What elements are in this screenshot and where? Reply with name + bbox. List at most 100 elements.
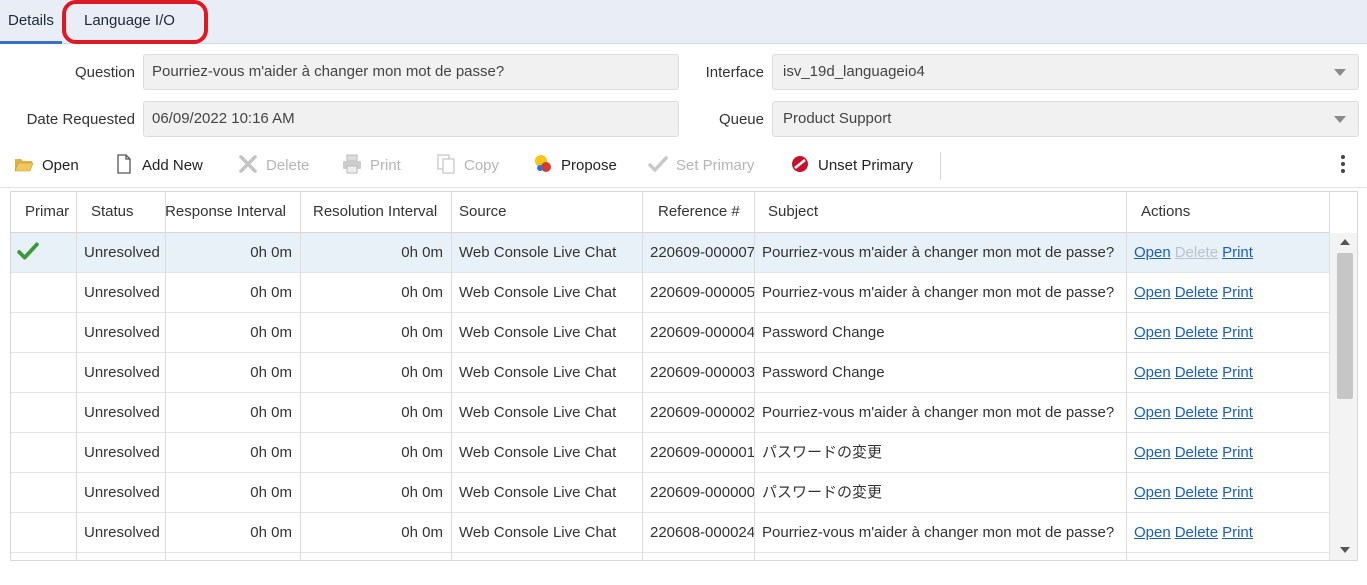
- queue-label: Queue: [718, 111, 764, 128]
- column-divider: [165, 192, 166, 560]
- printer-icon: [343, 154, 361, 174]
- status-cell: Unresolved: [84, 524, 160, 541]
- row-print-link[interactable]: Print: [1222, 324, 1253, 341]
- row-delete-link[interactable]: Delete: [1175, 404, 1218, 421]
- status-cell: Unresolved: [84, 404, 160, 421]
- column-header-status[interactable]: Status: [76, 192, 165, 233]
- status-cell: Unresolved: [84, 364, 160, 381]
- row-open-link[interactable]: Open: [1134, 364, 1171, 381]
- source-cell: Web Console Live Chat: [459, 404, 617, 421]
- copy-icon: [437, 154, 455, 174]
- question-field[interactable]: Pourriez-vous m'aider à changer mon mot …: [143, 54, 679, 90]
- column-header-actions[interactable]: Actions: [1126, 192, 1329, 233]
- actions-cell: Open Delete Print: [1126, 273, 1329, 313]
- date-requested-field[interactable]: 06/09/2022 10:16 AM: [143, 101, 679, 137]
- row-delete-link[interactable]: Delete: [1175, 244, 1218, 261]
- copy-button[interactable]: Copy: [436, 152, 499, 180]
- subject-cell: Pourriez-vous m'aider à changer mon mot …: [762, 284, 1115, 301]
- column-header-resolution-interval[interactable]: Resolution Interval: [300, 192, 451, 233]
- column-header-primary[interactable]: Primar: [11, 192, 76, 233]
- table-row[interactable]: Unresolved 0h 0m 0h 0m Web Console Live Cha…: [11, 513, 1329, 553]
- row-delete-link[interactable]: Delete: [1175, 324, 1218, 341]
- set-primary-button[interactable]: Set Primary: [648, 152, 754, 180]
- response-interval-cell: 0h 0m: [250, 444, 292, 461]
- row-print-link[interactable]: Print: [1222, 404, 1253, 421]
- status-cell: Unresolved: [84, 284, 160, 301]
- row-open-link[interactable]: Open: [1134, 284, 1171, 301]
- toolbar-separator: [940, 152, 941, 180]
- unset-primary-button[interactable]: Unset Primary: [790, 152, 913, 180]
- table-row[interactable]: Unresolved 0h 0m 0h 0m Web Console Live Cha…: [11, 473, 1329, 513]
- status-cell: Unresolved: [84, 244, 160, 261]
- checkmark-icon: [648, 156, 668, 172]
- results-table: Primar Status Response Interval Resoluti…: [10, 191, 1358, 561]
- source-cell: Web Console Live Chat: [459, 284, 617, 301]
- table-row[interactable]: Unresolved 0h 0m 0h 0m Web Console Live Cha…: [11, 433, 1329, 473]
- actions-cell: Open Delete Print: [1126, 393, 1329, 433]
- interface-select[interactable]: isv_19d_languageio4: [772, 54, 1359, 90]
- response-interval-cell: 0h 0m: [250, 244, 292, 261]
- row-open-link[interactable]: Open: [1134, 244, 1171, 261]
- reference-cell: 220609-000005: [650, 284, 754, 301]
- table-row[interactable]: Unresolved 0h 0m 0h 0m Web Console Live Cha…: [11, 273, 1329, 313]
- subject-cell: パスワードの変更: [762, 484, 883, 501]
- source-cell: Web Console Live Chat: [459, 444, 617, 461]
- row-print-link[interactable]: Print: [1222, 444, 1253, 461]
- column-header-subject[interactable]: Subject: [754, 192, 1126, 233]
- source-cell: Web Console Live Chat: [459, 484, 617, 501]
- open-button[interactable]: Open: [14, 152, 79, 180]
- status-cell: Unresolved: [84, 444, 160, 461]
- row-print-link[interactable]: Print: [1222, 484, 1253, 501]
- queue-select[interactable]: Product Support: [772, 101, 1359, 137]
- tab-language-io[interactable]: Language I/O: [76, 0, 183, 44]
- row-delete-link[interactable]: Delete: [1175, 364, 1218, 381]
- table-row[interactable]: Unresolved 0h 0m 0h 0m Web Console Live Cha…: [11, 353, 1329, 393]
- row-delete-link[interactable]: Delete: [1175, 444, 1218, 461]
- delete-x-icon: [239, 155, 257, 173]
- column-divider: [642, 192, 643, 560]
- row-print-link[interactable]: Print: [1222, 524, 1253, 541]
- column-header-response-interval[interactable]: Response Interval: [165, 192, 300, 233]
- delete-button[interactable]: Delete: [238, 152, 309, 180]
- row-open-link[interactable]: Open: [1134, 484, 1171, 501]
- row-print-link[interactable]: Print: [1222, 364, 1253, 381]
- table-row[interactable]: Unresolved 0h 0m 0h 0m Web Console Live Cha…: [11, 393, 1329, 433]
- source-cell: Web Console Live Chat: [459, 524, 617, 541]
- scroll-up-icon[interactable]: [1340, 239, 1350, 245]
- response-interval-cell: 0h 0m: [250, 484, 292, 501]
- primary-cell: [11, 433, 76, 473]
- scroll-down-icon[interactable]: [1340, 547, 1350, 553]
- vertical-scrollbar[interactable]: [1329, 233, 1357, 560]
- more-options-icon[interactable]: [1336, 152, 1350, 178]
- primary-cell: [11, 273, 76, 313]
- column-header-reference[interactable]: Reference #: [642, 192, 754, 233]
- row-open-link[interactable]: Open: [1134, 324, 1171, 341]
- row-open-link[interactable]: Open: [1134, 404, 1171, 421]
- row-open-link[interactable]: Open: [1134, 444, 1171, 461]
- status-cell: Unresolved: [84, 484, 160, 501]
- row-print-link[interactable]: Print: [1222, 284, 1253, 301]
- actions-cell: Open Delete Print: [1126, 353, 1329, 393]
- propose-button[interactable]: Propose: [533, 152, 617, 180]
- actions-cell: Open Delete Print: [1126, 233, 1329, 273]
- row-open-link[interactable]: Open: [1134, 524, 1171, 541]
- primary-cell: [11, 233, 76, 273]
- source-cell: Web Console Live Chat: [459, 244, 617, 261]
- row-delete-link[interactable]: Delete: [1175, 284, 1218, 301]
- tab-details[interactable]: Details: [0, 0, 62, 44]
- scrollbar-thumb[interactable]: [1337, 253, 1353, 399]
- print-button[interactable]: Print: [342, 152, 401, 180]
- row-delete-link[interactable]: Delete: [1175, 524, 1218, 541]
- table-row[interactable]: Unresolved 0h 0m 0h 0m Web Console Live Cha…: [11, 313, 1329, 353]
- add-new-button[interactable]: Add New: [114, 152, 203, 180]
- row-print-link[interactable]: Print: [1222, 244, 1253, 261]
- row-delete-link[interactable]: Delete: [1175, 484, 1218, 501]
- column-header-source[interactable]: Source: [451, 192, 642, 233]
- actions-cell: Open Delete Print: [1126, 313, 1329, 353]
- response-interval-cell: 0h 0m: [250, 524, 292, 541]
- subject-cell: Pourriez-vous m'aider à changer mon mot …: [762, 404, 1115, 421]
- column-divider: [451, 192, 452, 560]
- table-row[interactable]: Unresolved 0h 0m 0h 0m Web Console Live Cha…: [11, 233, 1329, 273]
- column-divider: [300, 192, 301, 560]
- propose-icon: [535, 155, 551, 172]
